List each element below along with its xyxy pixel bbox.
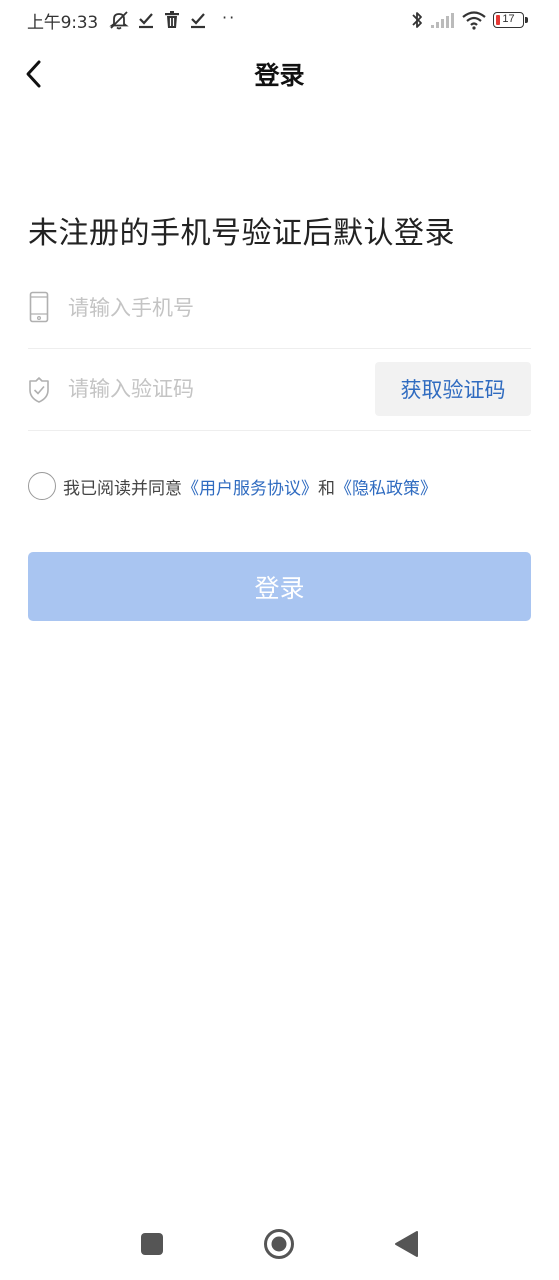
notification-off-icon — [108, 9, 130, 31]
battery-icon: 17 — [493, 12, 524, 28]
agreement-text: 我已阅读并同意《用户服务协议》和《隐私政策》 — [63, 474, 437, 499]
battery-terminal — [525, 17, 528, 23]
trash-icon — [164, 9, 180, 31]
home-icon[interactable] — [263, 1228, 295, 1260]
agreement-conjunction: 和 — [318, 478, 335, 499]
page-title: 登录 — [254, 61, 305, 90]
status-bar: 上午9:33 ·· 17 — [0, 0, 559, 40]
phone-row — [28, 268, 531, 349]
recent-apps-icon[interactable] — [136, 1228, 168, 1260]
more-dots-icon: ·· — [222, 8, 237, 27]
privacy-policy-link[interactable]: 《隐私政策》 — [335, 479, 437, 499]
agreement-row: 我已阅读并同意《用户服务协议》和《隐私政策》 — [28, 471, 437, 501]
signal-icon — [430, 9, 456, 31]
login-heading: 未注册的手机号验证后默认登录 — [28, 216, 455, 251]
check-icon — [190, 9, 206, 31]
back-icon[interactable] — [390, 1228, 422, 1260]
agreement-checkbox[interactable] — [28, 472, 56, 500]
phone-icon — [28, 290, 50, 324]
check-icon — [138, 9, 154, 31]
status-time: 上午9:33 — [27, 13, 98, 33]
agreement-prefix: 我已阅读并同意 — [63, 478, 182, 499]
shield-check-icon — [28, 373, 50, 407]
phone-input[interactable] — [68, 292, 508, 324]
login-button[interactable]: 登录 — [28, 552, 531, 621]
wifi-icon — [461, 9, 487, 31]
get-code-button[interactable]: 获取验证码 — [375, 362, 531, 416]
verification-code-input[interactable] — [68, 373, 358, 405]
system-nav-bar — [0, 1212, 559, 1276]
user-agreement-link[interactable]: 《用户服务协议》 — [182, 479, 318, 499]
bluetooth-icon — [410, 9, 424, 31]
code-row: 获取验证码 — [28, 349, 531, 431]
battery-level-text: 17 — [502, 13, 515, 25]
login-screen: 上午9:33 ·· 17 登录 未注册的手机号验证后默认登录 请输入手机号 请输… — [0, 0, 559, 1280]
